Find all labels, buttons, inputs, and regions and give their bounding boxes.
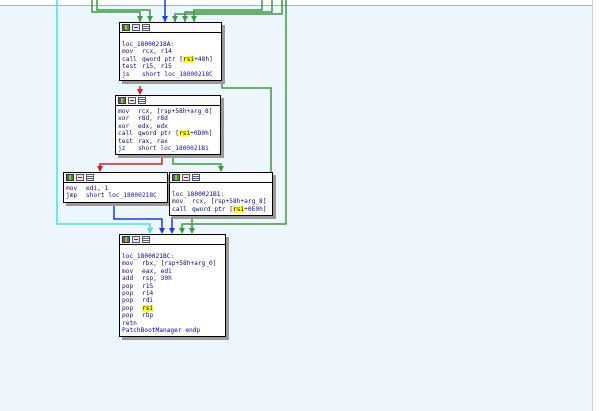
- instruction-line[interactable]: jz short loc_1800021B1: [118, 145, 218, 152]
- block-label[interactable]: loc_18000218A:: [122, 35, 219, 48]
- block-header: [170, 173, 272, 183]
- right-gutter: [593, 0, 601, 411]
- color-palette-icon[interactable]: [118, 97, 126, 104]
- graph-view-icon[interactable]: [132, 24, 140, 31]
- edge-outer-green-2: [96, 0, 151, 22]
- list-view-icon[interactable]: [192, 174, 200, 181]
- block-header: [120, 235, 225, 245]
- graph-edges: [56, 0, 287, 234]
- code-block-18A[interactable]: loc_18000218A: mov rcx, r14 call qword ptr…: [119, 22, 222, 82]
- instruction-line[interactable]: mov rcx, [rsp+58h+arg_8]: [118, 108, 218, 115]
- code-block-left[interactable]: mov edi, 1 jmp short loc_18000218C: [63, 172, 168, 203]
- graph-view-icon[interactable]: [76, 174, 84, 181]
- edge-19x-1B1: [172, 156, 222, 171]
- block-label[interactable]: loc_1800021B1:: [172, 185, 270, 198]
- instruction-line[interactable]: retn: [122, 320, 223, 327]
- edge-outer-green-1: [91, 0, 141, 22]
- color-palette-icon[interactable]: [66, 174, 74, 181]
- instruction-line[interactable]: xor r8d, r8d: [118, 115, 218, 122]
- instruction-line[interactable]: test r15, r15: [122, 63, 219, 70]
- instruction-line[interactable]: js short loc_18000218C: [122, 71, 219, 78]
- edge-outer-green-5: [193, 0, 263, 22]
- block-label[interactable]: loc_1800021BC:: [122, 247, 223, 260]
- code-block-1B1[interactable]: loc_1800021B1: mov rcx, [rsp+58h+arg_8] c…: [169, 172, 273, 217]
- instruction-line[interactable]: mov eax, edi: [122, 268, 223, 275]
- edge-outer-green-3: [174, 0, 283, 22]
- code-block-19x[interactable]: mov rcx, [rsp+58h+arg_8] xor r8d, r8d xor e…: [115, 95, 221, 156]
- instruction-line[interactable]: call qword ptr [rsi+48h]: [122, 55, 219, 63]
- edge-outer-green-4: [184, 0, 273, 22]
- block-header: [116, 96, 220, 106]
- instruction-line[interactable]: mov rcx, r14: [122, 48, 219, 55]
- block-header: [120, 23, 221, 33]
- color-palette-icon[interactable]: [122, 236, 130, 243]
- instruction-line[interactable]: call qword ptr [rsi+0D0h]: [118, 130, 218, 138]
- graph-view-icon[interactable]: [132, 236, 140, 243]
- instruction-line[interactable]: pop rbp: [122, 312, 223, 319]
- graph-view-icon[interactable]: [128, 97, 136, 104]
- instruction-line[interactable]: mov rcx, [rsp+58h+arg_8]: [172, 198, 270, 205]
- list-view-icon[interactable]: [142, 236, 150, 243]
- instruction-line[interactable]: add rsp, 30h: [122, 275, 223, 282]
- code-block-1BC[interactable]: loc_1800021BC: mov rbx, [rsp+58h+arg_0] m…: [119, 234, 226, 338]
- color-palette-icon[interactable]: [172, 174, 180, 181]
- color-palette-icon[interactable]: [122, 24, 130, 31]
- list-view-icon[interactable]: [86, 174, 94, 181]
- instruction-line[interactable]: jmp short loc_18000218C: [66, 192, 165, 199]
- list-view-icon[interactable]: [142, 24, 150, 31]
- instruction-line[interactable]: xor edx, edx: [118, 123, 218, 130]
- instruction-line[interactable]: mov rbx, [rsp+58h+arg_0]: [122, 260, 223, 267]
- instruction-line[interactable]: test rax, rax: [118, 138, 218, 145]
- instruction-line[interactable]: pop r15: [122, 283, 223, 290]
- function-end-label[interactable]: PatchBootManager endp: [122, 327, 223, 334]
- instruction-line[interactable]: mov edi, 1: [66, 185, 165, 192]
- list-view-icon[interactable]: [138, 97, 146, 104]
- instruction-line[interactable]: pop r14: [122, 290, 223, 297]
- instruction-line[interactable]: call qword ptr [rsi+0E0h]: [172, 205, 270, 213]
- graph-view-icon[interactable]: [182, 174, 190, 181]
- instruction-line[interactable]: pop rsi: [122, 304, 223, 312]
- instruction-line[interactable]: pop rdi: [122, 297, 223, 304]
- block-header: [64, 173, 167, 183]
- edge-19x-left: [99, 156, 163, 171]
